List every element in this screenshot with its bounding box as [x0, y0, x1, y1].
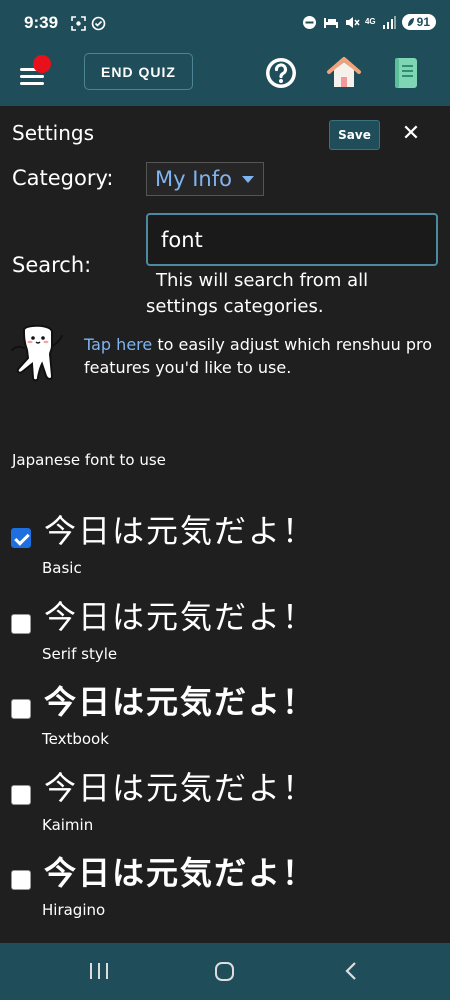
- battery-level: 91: [416, 15, 430, 29]
- tap-here-link[interactable]: Tap here: [84, 335, 152, 354]
- font-checkbox-basic[interactable]: [11, 528, 31, 548]
- font-sample: 今日は元気だよ！: [44, 598, 317, 636]
- search-label: Search:: [12, 253, 92, 277]
- category-label: Category:: [12, 166, 114, 190]
- settings-title: Settings: [12, 121, 95, 145]
- battery-leaf-icon: [407, 18, 414, 26]
- status-left-icons: [70, 15, 106, 31]
- font-option-kaimin[interactable]: 今日は元気だよ！ Kaimin: [0, 763, 450, 849]
- notification-dot: [33, 55, 51, 73]
- end-quiz-button[interactable]: END QUIZ: [84, 53, 193, 90]
- category-value: My Info: [155, 167, 232, 191]
- network-type: 4G: [364, 17, 376, 26]
- search-hint: This will search from all settings categ…: [146, 270, 369, 317]
- font-section-heading: Japanese font to use: [12, 451, 166, 469]
- chevron-down-icon: [241, 175, 254, 183]
- font-option-basic[interactable]: 今日は元気だよ！ Basic: [0, 506, 450, 592]
- help-icon[interactable]: [265, 57, 297, 89]
- signal-icon: [381, 14, 397, 30]
- font-sample: 今日は元気だよ！: [44, 512, 317, 550]
- category-select[interactable]: My Info: [146, 162, 264, 196]
- do-not-disturb-icon: [302, 14, 318, 30]
- font-name: Hiragino: [42, 901, 106, 919]
- status-bar: 9:39 4G 91: [0, 0, 450, 48]
- mute-icon: [344, 14, 360, 30]
- system-nav-bar: [0, 943, 450, 1000]
- app-header: END QUIZ: [0, 48, 450, 106]
- close-icon[interactable]: ✕: [400, 120, 422, 146]
- status-time: 9:39: [24, 13, 59, 32]
- screenshot-icon: [70, 15, 86, 31]
- font-sample: 今日は元気だよ！: [44, 683, 317, 721]
- font-name: Kaimin: [42, 816, 94, 834]
- font-name: Textbook: [42, 730, 109, 748]
- battery-indicator: 91: [401, 14, 436, 30]
- font-name: Serif style: [42, 645, 118, 663]
- back-icon[interactable]: [343, 962, 359, 980]
- bed-icon: [323, 14, 339, 30]
- font-checkbox-hiragino[interactable]: [11, 870, 31, 890]
- font-sample: 今日は元気だよ！: [44, 770, 317, 806]
- save-button[interactable]: Save: [329, 120, 380, 150]
- font-option-textbook[interactable]: 今日は元気だよ！ Textbook: [0, 677, 450, 763]
- check-circle-icon: [90, 15, 106, 31]
- font-checkbox-serif-style[interactable]: [11, 614, 31, 634]
- search-input[interactable]: [146, 213, 438, 266]
- notebook-icon[interactable]: [394, 57, 418, 89]
- font-checkbox-textbook[interactable]: [11, 699, 31, 719]
- pro-features-tip: Tap here to easily adjust which renshuu …: [84, 333, 439, 379]
- font-option-serif-style[interactable]: 今日は元気だよ！ Serif style: [0, 592, 450, 678]
- font-sample: 今日は元気だよ！: [44, 854, 317, 892]
- recent-apps-icon[interactable]: [90, 963, 108, 979]
- font-name: Basic: [42, 559, 82, 577]
- font-checkbox-kaimin[interactable]: [11, 785, 31, 805]
- status-right-icons: 4G 91: [302, 14, 436, 30]
- mascot-icon: [10, 322, 66, 384]
- home-icon[interactable]: [326, 56, 362, 90]
- home-nav-icon[interactable]: [215, 962, 234, 981]
- font-option-hiragino[interactable]: 今日は元気だよ！ Hiragino: [0, 848, 450, 934]
